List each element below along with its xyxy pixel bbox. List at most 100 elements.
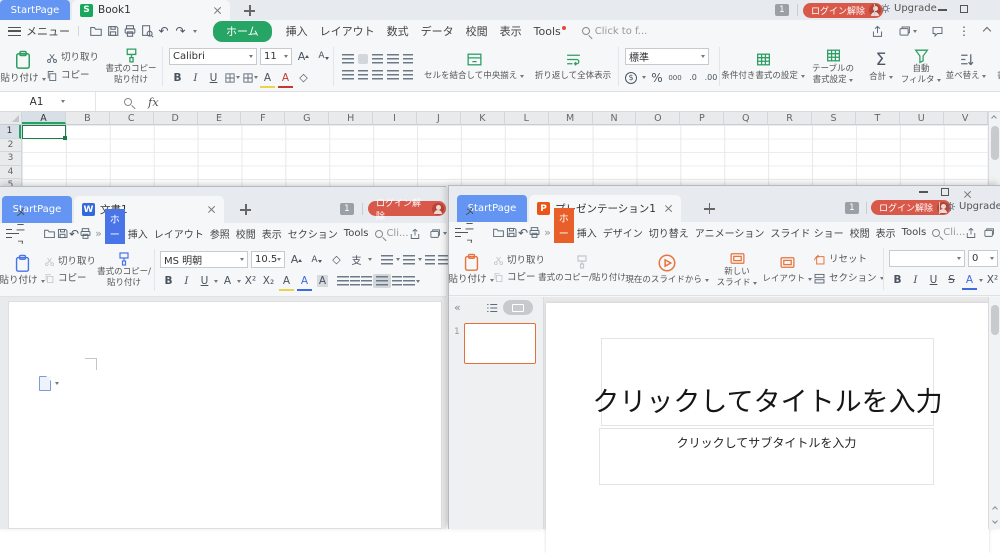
- save-icon[interactable]: [505, 225, 518, 241]
- font-family-select[interactable]: MS 明朝: [160, 251, 248, 268]
- percent-format-icon[interactable]: [651, 70, 663, 86]
- share-icon[interactable]: [871, 25, 884, 38]
- menu-formula[interactable]: 数式: [381, 23, 415, 39]
- column-header-P[interactable]: P: [680, 112, 724, 124]
- font-size-select[interactable]: 0: [968, 250, 998, 267]
- undo-icon[interactable]: [69, 226, 79, 242]
- open-icon[interactable]: [43, 226, 56, 242]
- subtitle-placeholder[interactable]: クリックしてサブタイトルを入力: [599, 428, 934, 485]
- play-from-current-button[interactable]: 現在のスライドから: [621, 243, 713, 295]
- slide-view-toggle[interactable]: [503, 300, 533, 315]
- char-style-button[interactable]: [219, 273, 236, 289]
- share-icon[interactable]: [409, 228, 421, 240]
- column-header-S[interactable]: S: [812, 112, 856, 124]
- vertical-scrollbar[interactable]: [988, 297, 1000, 529]
- search-box[interactable]: Click to f...: [582, 26, 648, 37]
- cell-grid[interactable]: [22, 125, 988, 186]
- paste-button[interactable]: 貼り付け: [0, 244, 44, 296]
- font-family-select[interactable]: Calibri: [169, 48, 257, 65]
- strikethrough-button[interactable]: [943, 272, 960, 288]
- account-badge[interactable]: 1: [845, 202, 859, 214]
- sort-button[interactable]: 並べ替え: [942, 42, 990, 91]
- clear-format-icon[interactable]: [328, 252, 345, 268]
- menu-layout[interactable]: レイアウト: [151, 226, 207, 241]
- menu-data[interactable]: データ: [415, 23, 460, 39]
- copy-button[interactable]: コピー: [46, 70, 90, 82]
- name-box[interactable]: A1: [0, 92, 96, 111]
- bold-button[interactable]: [160, 273, 177, 289]
- italic-button[interactable]: [187, 70, 204, 86]
- comment-icon[interactable]: [931, 25, 944, 38]
- switch-window-icon[interactable]: [429, 228, 447, 240]
- font-color-button[interactable]: [296, 273, 313, 289]
- print-preview-icon[interactable]: [138, 23, 155, 39]
- justify-icon[interactable]: [387, 70, 399, 80]
- font-size-select[interactable]: 10.5: [251, 251, 285, 268]
- paste-button[interactable]: 貼り付け: [0, 42, 46, 91]
- row-headers[interactable]: 12345: [0, 125, 22, 186]
- menu-home[interactable]: ホーム: [213, 21, 272, 42]
- column-header-F[interactable]: F: [241, 112, 285, 124]
- align-left-icon[interactable]: [337, 276, 349, 286]
- align-left-icon[interactable]: [342, 70, 354, 80]
- row-header-3[interactable]: 3: [0, 152, 21, 166]
- font-family-select[interactable]: [889, 250, 965, 267]
- switch-window-icon[interactable]: [983, 227, 995, 239]
- column-header-K[interactable]: K: [461, 112, 505, 124]
- copy-button[interactable]: コピー: [493, 272, 536, 283]
- row-header-2[interactable]: 2: [0, 139, 21, 153]
- zoom-formula-icon[interactable]: [124, 98, 132, 106]
- decrease-font-icon[interactable]: [315, 48, 332, 64]
- asian-layout-icon[interactable]: [348, 252, 365, 268]
- logout-button[interactable]: ログイン解除: [368, 201, 446, 216]
- indent-increase-icon[interactable]: [438, 255, 448, 265]
- restore-button[interactable]: [941, 188, 949, 196]
- collapse-ribbon-icon[interactable]: [984, 28, 990, 34]
- menu-view[interactable]: 表示: [873, 225, 899, 240]
- paste-button[interactable]: 貼り付け: [449, 243, 493, 295]
- menu-references[interactable]: 参照: [207, 226, 233, 241]
- sum-button[interactable]: 合計: [862, 42, 900, 91]
- column-header-A[interactable]: A: [22, 112, 66, 124]
- redo-icon[interactable]: [172, 23, 189, 39]
- more-icon[interactable]: [958, 24, 970, 38]
- account-badge[interactable]: 1: [775, 4, 789, 16]
- column-header-E[interactable]: E: [198, 112, 242, 124]
- number-format-select[interactable]: 標準: [625, 48, 709, 65]
- increase-decimal-icon[interactable]: [687, 70, 699, 86]
- underline-button[interactable]: [196, 273, 213, 289]
- undo-icon[interactable]: [518, 225, 528, 241]
- row-header-4[interactable]: 4: [0, 166, 21, 180]
- scrollbar-thumb[interactable]: [991, 126, 999, 160]
- close-tab-icon[interactable]: [213, 6, 222, 15]
- section-button[interactable]: セクション: [813, 272, 884, 285]
- tab-presentation1[interactable]: P プレゼンテーション1: [529, 195, 681, 222]
- logout-button[interactable]: ログイン解除: [803, 3, 883, 18]
- align-right-icon[interactable]: [372, 70, 383, 80]
- menu-animations[interactable]: アニメーション: [692, 225, 768, 240]
- superscript-button[interactable]: [242, 273, 259, 289]
- font-size-select[interactable]: 11: [260, 48, 292, 65]
- comma-format-icon[interactable]: [668, 70, 682, 86]
- new-slide-button[interactable]: 新しいスライド: [713, 243, 761, 295]
- select-all-corner[interactable]: [0, 112, 22, 125]
- selected-cell-a1[interactable]: [22, 125, 66, 139]
- scrollbar-thumb[interactable]: [991, 305, 999, 335]
- column-header-G[interactable]: G: [285, 112, 329, 124]
- distribute-icon[interactable]: [403, 70, 413, 80]
- account-badge[interactable]: 1: [340, 203, 354, 215]
- format-painter-button[interactable]: 書式のコピー/貼り付け: [543, 243, 621, 295]
- cut-button[interactable]: 切り取り: [44, 256, 96, 267]
- align-right-icon[interactable]: [361, 276, 372, 286]
- column-header-M[interactable]: M: [549, 112, 593, 124]
- row-header-1[interactable]: 1: [0, 125, 21, 139]
- table-format-button[interactable]: テーブルの書式設定: [804, 42, 862, 91]
- column-headers[interactable]: ABCDEFGHIJKLMNOPQRSTUV: [22, 112, 988, 125]
- menu-slideshow[interactable]: スライド ショー: [767, 225, 846, 240]
- print-icon[interactable]: [528, 225, 541, 241]
- column-header-N[interactable]: N: [593, 112, 637, 124]
- format-painter-button[interactable]: 書式のコピー/貼り付け: [96, 244, 152, 296]
- decrease-decimal-icon[interactable]: [704, 70, 718, 86]
- distribute-icon[interactable]: [392, 276, 402, 286]
- toolbar-dropdown-icon[interactable]: [193, 30, 197, 33]
